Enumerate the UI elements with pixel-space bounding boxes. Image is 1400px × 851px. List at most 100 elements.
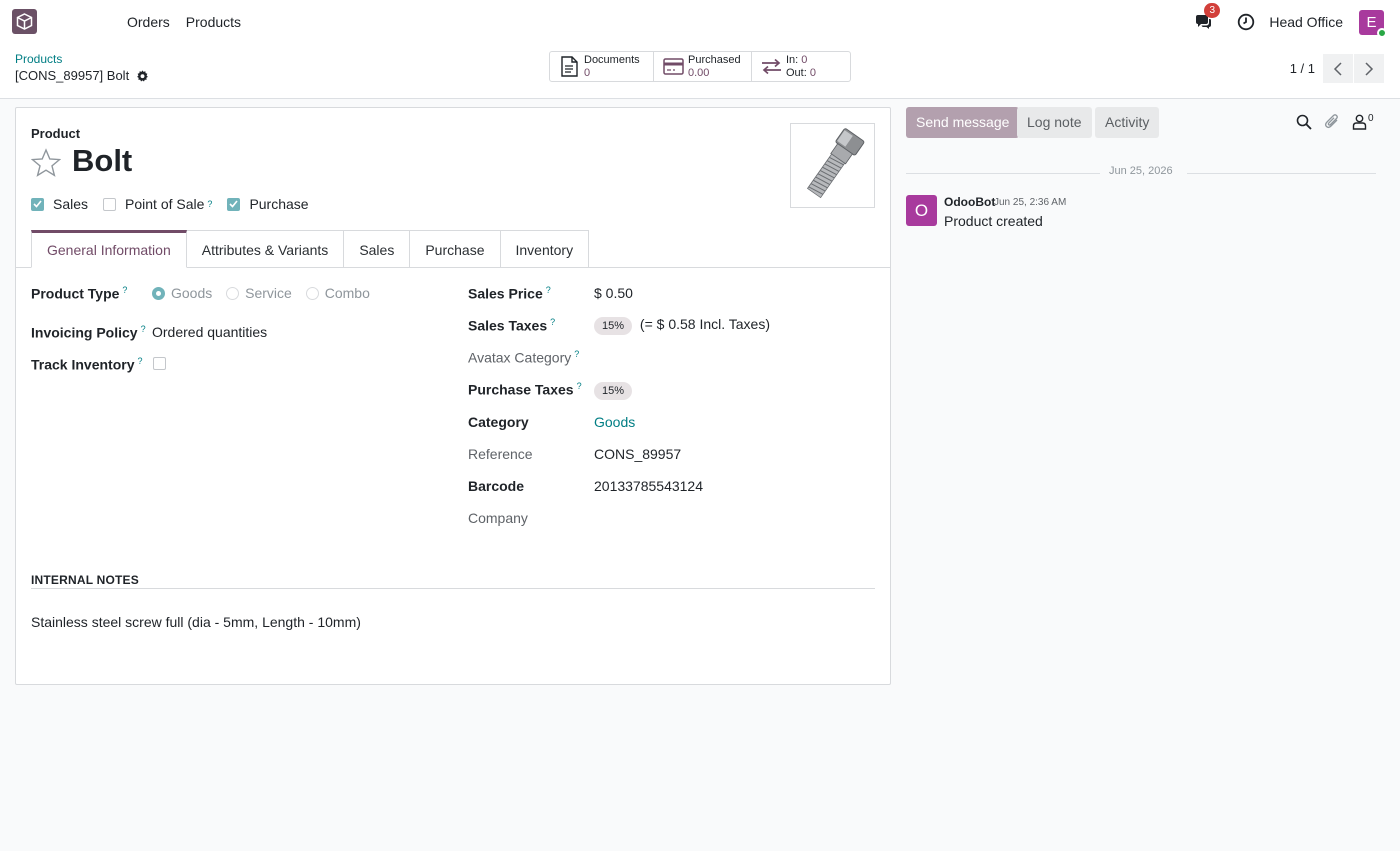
invoicing-policy-field: Invoicing Policy? xyxy=(31,324,146,341)
tab-attributes-variants[interactable]: Attributes & Variants xyxy=(186,230,345,268)
tab-purchase[interactable]: Purchase xyxy=(410,230,501,268)
radio-goods[interactable]: Goods xyxy=(152,285,212,301)
help-icon[interactable]: ? xyxy=(122,285,127,295)
pager-value[interactable]: 1 / 1 xyxy=(1290,61,1315,76)
messages-count-badge: 3 xyxy=(1204,3,1221,18)
menu-products[interactable]: Products xyxy=(178,14,249,30)
search-icon[interactable] xyxy=(1296,114,1312,130)
radio-unselected-icon xyxy=(226,286,240,300)
in-value: 0 xyxy=(801,53,808,66)
product-image[interactable] xyxy=(790,123,875,208)
menu-orders[interactable]: Orders xyxy=(119,14,178,30)
documents-smart-button[interactable]: Documents 0 xyxy=(550,52,654,81)
sales-price-value[interactable]: $ 0.50 xyxy=(594,285,633,301)
product-form-sheet: Product Bolt Sales Point of Sale? Purcha… xyxy=(15,107,891,685)
pager-next-button[interactable] xyxy=(1354,54,1384,83)
company-label: Company xyxy=(468,510,528,526)
checkbox-checked-icon xyxy=(227,197,241,211)
date-separator-line-left xyxy=(906,173,1100,174)
radio-selected-icon xyxy=(152,286,165,300)
category-link[interactable]: Goods xyxy=(594,414,635,430)
pager: 1 / 1 xyxy=(1290,54,1384,83)
documents-value: 0 xyxy=(584,66,591,79)
invoicing-policy-value[interactable]: Ordered quantities xyxy=(152,324,267,340)
chevron-left-icon xyxy=(1333,61,1342,76)
track-inventory-field: Track Inventory? xyxy=(31,356,143,373)
chevron-right-icon xyxy=(1365,61,1374,76)
documents-label: Documents xyxy=(584,53,640,66)
point-of-sale-checkbox-label: Point of Sale xyxy=(125,196,205,212)
tab-general-information[interactable]: General Information xyxy=(31,230,187,268)
followers-button[interactable]: 0 xyxy=(1352,113,1374,130)
help-icon[interactable]: ? xyxy=(577,381,582,391)
navbar-systray: 3 Head Office E xyxy=(1193,0,1400,44)
product-flags: Sales Point of Sale? Purchase xyxy=(31,196,324,212)
radio-service[interactable]: Service xyxy=(226,285,292,301)
top-navbar: Orders Products 3 Head Office E xyxy=(0,0,1400,44)
product-type-radios: Goods Service Combo xyxy=(152,285,380,303)
company-switcher[interactable]: Head Office xyxy=(1269,14,1343,30)
help-icon[interactable]: ? xyxy=(138,356,143,366)
tab-inventory[interactable]: Inventory xyxy=(500,230,590,268)
reference-field: Reference xyxy=(468,446,533,462)
pager-previous-button[interactable] xyxy=(1323,54,1353,83)
exchange-arrows-icon xyxy=(761,58,781,75)
product-name[interactable]: Bolt xyxy=(72,143,132,179)
activity-button-chatter[interactable]: Activity xyxy=(1095,107,1160,138)
paperclip-icon[interactable] xyxy=(1324,113,1340,130)
help-icon[interactable]: ? xyxy=(574,349,579,359)
user-lock-icon xyxy=(1352,114,1367,130)
sales-taxes-incl: (= $ 0.58 Incl. Taxes) xyxy=(639,316,771,332)
sales-taxes-value[interactable]: 15% (= $ 0.58 Incl. Taxes) xyxy=(594,316,770,335)
document-icon xyxy=(561,56,578,77)
message-author[interactable]: OdooBot xyxy=(944,195,995,209)
gear-icon[interactable] xyxy=(136,69,149,83)
odoobot-avatar[interactable]: O xyxy=(906,195,937,226)
in-out-smart-button[interactable]: In: 0 Out: 0 xyxy=(752,52,850,81)
star-icon[interactable] xyxy=(31,148,61,178)
radio-goods-label: Goods xyxy=(171,285,213,301)
activity-button[interactable] xyxy=(1237,13,1255,31)
help-icon[interactable]: ? xyxy=(546,285,551,295)
user-avatar[interactable]: E xyxy=(1359,9,1387,38)
checkbox-checked-icon xyxy=(31,197,44,211)
purchase-taxes-value[interactable]: 15% xyxy=(594,381,636,400)
radio-combo-label: Combo xyxy=(324,285,370,301)
purchase-checkbox[interactable]: Purchase xyxy=(227,196,309,212)
purchased-value: 0.00 xyxy=(688,66,710,79)
barcode-label: Barcode xyxy=(468,478,525,494)
help-icon[interactable]: ? xyxy=(207,199,212,209)
checkbox-unchecked-icon xyxy=(103,197,117,211)
avatax-category-label: Avatax Category xyxy=(468,349,572,366)
internal-notes-divider xyxy=(31,588,875,589)
out-value: 0 xyxy=(809,66,816,79)
track-inventory-checkbox[interactable] xyxy=(153,357,175,373)
radio-combo[interactable]: Combo xyxy=(305,285,370,301)
purchased-smart-button[interactable]: Purchased 0.00 xyxy=(654,52,752,81)
send-message-button[interactable]: Send message xyxy=(906,107,1020,138)
checkbox-unchecked-icon xyxy=(153,357,166,370)
messaging-button[interactable]: 3 xyxy=(1193,3,1221,32)
point-of-sale-checkbox[interactable]: Point of Sale? xyxy=(103,196,212,212)
log-note-button[interactable]: Log note xyxy=(1017,107,1092,138)
barcode-value[interactable]: 20133785543124 xyxy=(594,478,703,494)
purchase-tax-badge[interactable]: 15% xyxy=(594,382,633,400)
internal-notes-text[interactable]: Stainless steel screw full (dia - 5mm, L… xyxy=(31,614,361,630)
internal-notes-title: INTERNAL NOTES xyxy=(31,573,139,587)
reference-value[interactable]: CONS_89957 xyxy=(594,446,681,462)
sales-price-label: Sales Price xyxy=(468,285,543,302)
tab-sales[interactable]: Sales xyxy=(344,230,411,268)
sales-checkbox-label: Sales xyxy=(53,196,89,212)
breadcrumb-products-link[interactable]: Products xyxy=(15,52,149,66)
control-panel: Products [CONS_89957] Bolt Documents 0 P… xyxy=(0,44,1400,99)
online-status-dot xyxy=(1377,27,1387,38)
reference-label: Reference xyxy=(468,446,533,462)
help-icon[interactable]: ? xyxy=(550,317,555,327)
sales-tax-badge[interactable]: 15% xyxy=(594,317,633,335)
sales-checkbox[interactable]: Sales xyxy=(31,196,88,212)
message-body: Product created xyxy=(944,213,1043,229)
app-logo-icon[interactable] xyxy=(12,9,37,34)
invoicing-policy-label: Invoicing Policy xyxy=(31,324,138,341)
help-icon[interactable]: ? xyxy=(141,324,146,334)
company-field: Company xyxy=(468,510,528,526)
